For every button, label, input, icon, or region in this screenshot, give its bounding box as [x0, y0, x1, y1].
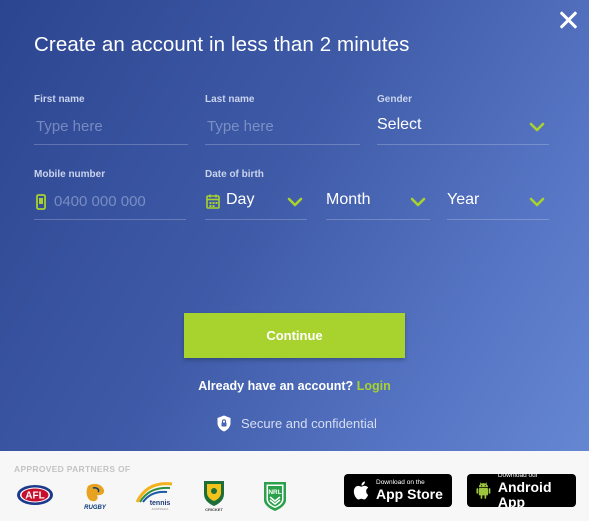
signup-modal: Create an account in less than 2 minutes… [0, 0, 589, 451]
gender-select[interactable]: Select [377, 109, 549, 145]
last-name-label: Last name [205, 94, 255, 105]
chevron-down-icon [529, 197, 545, 207]
mobile-field [34, 184, 186, 220]
svg-text:NRL: NRL [268, 489, 281, 496]
android-icon [476, 482, 491, 499]
gender-select-value: Select [377, 116, 422, 133]
apple-icon [353, 481, 369, 500]
calendar-icon [206, 194, 220, 209]
login-link[interactable]: Login [357, 379, 391, 393]
android-app-button[interactable]: Download our Android App [467, 472, 576, 510]
last-name-field [205, 109, 360, 145]
gender-label: Gender [377, 94, 413, 105]
nrl-logo-icon: NRL [264, 482, 286, 511]
dob-day-value: Day [226, 191, 255, 208]
first-name-input[interactable] [34, 109, 188, 144]
dob-label: Date of birth [205, 169, 264, 180]
svg-text:RUGBY: RUGBY [84, 505, 107, 510]
chevron-down-icon [410, 197, 426, 207]
chevron-down-icon [529, 122, 545, 132]
secure-text: Secure and confidential [241, 416, 377, 431]
close-icon[interactable] [557, 9, 579, 31]
dob-day-select[interactable]: Day [205, 184, 307, 220]
modal-title: Create an account in less than 2 minutes [34, 33, 410, 56]
dob-year-value: Year [447, 191, 480, 208]
first-name-field [34, 109, 188, 145]
first-name-label: First name [34, 94, 85, 105]
svg-text:AUSTRALIA: AUSTRALIA [152, 507, 169, 511]
svg-text:CRICKET: CRICKET [205, 507, 223, 512]
already-have-account-text: Already have an account? [198, 379, 354, 393]
afl-logo-icon: AFL [17, 485, 53, 505]
dob-month-select[interactable]: Month [326, 184, 430, 220]
dob-month-value: Month [326, 191, 371, 208]
continue-button[interactable]: Continue [184, 313, 405, 358]
mobile-phone-icon [36, 194, 46, 210]
rugby-australia-logo-icon: RUGBY [84, 483, 107, 510]
mobile-input[interactable] [34, 184, 186, 219]
cricket-australia-logo-icon: CRICKET [204, 481, 224, 512]
footer: APPROVED PARTNERS OF AFL RUGBY tennis AU… [0, 451, 589, 521]
svg-text:AFL: AFL [25, 491, 44, 502]
last-name-input[interactable] [205, 109, 360, 144]
android-big-text: Android App [497, 478, 552, 510]
secure-notice: Secure and confidential [217, 415, 377, 432]
partners-label: APPROVED PARTNERS OF [14, 464, 131, 474]
app-store-button[interactable]: Download on the App Store [344, 474, 452, 507]
login-prompt: Already have an account? Login [0, 379, 589, 393]
tennis-australia-logo-icon: tennis AUSTRALIA [135, 482, 173, 511]
mobile-label: Mobile number [34, 169, 106, 180]
shield-lock-icon [217, 415, 231, 432]
svg-text:tennis: tennis [150, 500, 171, 507]
chevron-down-icon [287, 197, 303, 207]
dob-year-select[interactable]: Year [447, 184, 549, 220]
app-store-big-text: App Store [376, 486, 443, 502]
